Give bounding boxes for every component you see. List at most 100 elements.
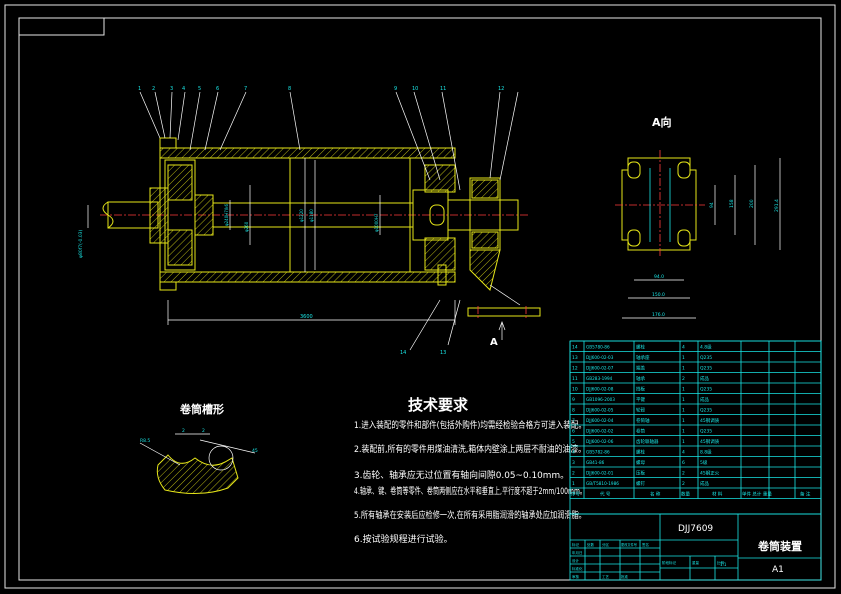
callout-label: 11 xyxy=(440,86,446,92)
tb-label: 标准化 xyxy=(572,566,583,571)
bom-cell-name: 挡板 xyxy=(636,386,645,393)
bom-cell-name: 轴承座 xyxy=(636,354,650,361)
bom-cell-name: 轴承 xyxy=(636,375,645,382)
view-dim: 176.0 xyxy=(652,312,665,318)
callout-label: 14 xyxy=(400,350,406,356)
bom-header-cell: 单件 总计 重量 xyxy=(742,491,772,498)
bom-cell-name: 压板 xyxy=(636,470,645,477)
bom-cell-qty: 4 xyxy=(682,450,685,456)
bom-table: 14 GB5780-86 螺栓 4 4.8级13 DJJ600-02-03 轴承座 1 Q235… xyxy=(569,340,822,515)
bom-cell-name: 螺栓 xyxy=(636,344,645,351)
groove-dim: 2 xyxy=(202,428,205,434)
bom-cell-mat: 4.8级 xyxy=(700,344,712,351)
bom-cell-code: GB/T5810-1986 xyxy=(586,481,619,486)
dim-shaft-dia: φ80f7(-0.03) xyxy=(78,229,84,258)
dim-inner: φ1180 xyxy=(309,209,314,222)
bom-cell-qty: 6 xyxy=(682,460,685,466)
bom-header-cell: 名 称 xyxy=(650,491,661,498)
callout-label: 13 xyxy=(440,350,446,356)
bom-cell-no: 5 xyxy=(572,439,575,445)
bom-cell-code: DJJ600-02-07 xyxy=(586,366,614,371)
callout-label: 3 xyxy=(170,86,173,92)
groove-profile: 卷筒槽形 xyxy=(139,402,256,495)
bom-cell-no: 6 xyxy=(572,429,575,435)
callout-label: 5 xyxy=(198,86,201,92)
bom-cell-name: 螺母 xyxy=(636,459,645,466)
requirement-item: 1.进入装配的零件和部件(包括外购件)均需经检验合格方可进入装配。 xyxy=(354,419,586,431)
dim-overall-length: 3600 xyxy=(300,314,313,320)
bom-cell-no: 13 xyxy=(572,355,578,361)
tb-label: 标记 xyxy=(572,542,580,547)
bom-cell-qty: 1 xyxy=(682,397,685,403)
view-dim: 94.0 xyxy=(654,274,664,280)
dim-inner: φ1220 xyxy=(299,209,304,222)
bom-cell-code: DJJ600-02-06 xyxy=(586,439,614,444)
bom-cell-no: 2 xyxy=(572,471,575,477)
drawing-number: DJJ7609 xyxy=(678,524,713,534)
tb-label: 处数 xyxy=(587,542,595,547)
groove-dim: R8.5 xyxy=(140,438,150,444)
callout-label: 7 xyxy=(244,86,247,92)
bom-cell-code: GB283-1994 xyxy=(586,376,613,381)
bom-cell-mat: 成品 xyxy=(700,480,709,487)
callout-label: 10 xyxy=(412,86,418,92)
bom-cell-qty: 2 xyxy=(682,376,685,382)
bom-cell-mat: 45钢调质 xyxy=(700,417,720,424)
view-dim: 150.0 xyxy=(652,292,665,298)
bom-cell-name: 端盖 xyxy=(636,365,645,372)
bom-cell-qty: 1 xyxy=(682,408,685,414)
bom-cell-code: GB41-86 xyxy=(586,460,605,465)
bom-cell-mat: Q235 xyxy=(700,387,712,393)
bom-cell-code: DJJ600-02-05 xyxy=(586,408,614,413)
bom-cell-mat: 8.8级 xyxy=(700,449,712,456)
view-a-title: A向 xyxy=(652,115,672,129)
bom-header-cell: 备 注 xyxy=(800,491,811,498)
drawing-title: 卷筒装置 xyxy=(757,539,802,553)
tb-label: 年月日 xyxy=(572,550,583,555)
bom-cell-mat: Q235 xyxy=(700,366,712,372)
bom-cell-code: DJJ600-02-03 xyxy=(586,355,614,360)
bom-cell-qty: 1 xyxy=(682,439,685,445)
view-dim: 94 xyxy=(709,202,715,208)
tb-label: 工艺 xyxy=(602,574,610,579)
bom-cell-no: 12 xyxy=(572,366,578,372)
callout-label: 4 xyxy=(182,86,185,92)
groove-dim: 45 xyxy=(252,448,258,454)
requirement-item: 4.轴承、键、卷筒等零件、卷筒两侧应在水平和垂直上,平行度不超于2mm/100m… xyxy=(354,485,586,497)
bom-cell-no: 9 xyxy=(572,397,575,403)
requirements-title: 技术要求 xyxy=(408,396,469,414)
drawing-border xyxy=(4,4,836,589)
view-dim: 158 xyxy=(729,199,735,208)
bom-cell-mat: Q235 xyxy=(700,355,712,361)
bom-cell-no: 1 xyxy=(572,481,575,487)
bom-cell-code: GB5782-86 xyxy=(586,450,610,455)
callout-label: 9 xyxy=(394,86,397,92)
callout-labels: 1 2 3 4 5 6 7 8 9 10 11 12 13 14 xyxy=(138,86,504,356)
section-arrow-label: A xyxy=(490,337,498,348)
bom-cell-qty: 1 xyxy=(682,429,685,435)
bom-cell-mat: 45钢正火 xyxy=(700,470,720,477)
callout-label: 2 xyxy=(152,86,155,92)
bom-cell-code: DJJ600-02-04 xyxy=(586,418,614,423)
requirement-item: 5.所有轴承在安装后应检修一次,在所有采用脂润滑的轴承处应加润滑脂。 xyxy=(354,509,586,521)
tb-label: 设计 xyxy=(572,558,580,563)
bom-header-cell: 序号 xyxy=(571,491,580,498)
bom-header-cell: 代 号 xyxy=(600,491,611,498)
bom-cell-mat: Q235 xyxy=(700,408,712,414)
bom-cell-code: DJJ600-02-02 xyxy=(586,429,614,434)
requirement-item: 6.按试验规程进行试验。 xyxy=(354,533,453,545)
tb-label: 批准 xyxy=(621,574,629,579)
bom-cell-name: 齿轮联轴器 xyxy=(636,438,659,445)
bom-cell-name: 平键 xyxy=(636,396,645,403)
tb-label: 阶段标记 xyxy=(662,560,676,565)
bom-cell-no: 7 xyxy=(572,418,575,424)
bom-cell-code: GB5780-86 xyxy=(586,345,610,350)
view-dim: 291.4 xyxy=(774,199,780,212)
tb-label: 重量 xyxy=(692,560,700,565)
drum-assembly-section xyxy=(87,91,541,351)
bom-cell-qty: 2 xyxy=(682,481,685,487)
groove-title: 卷筒槽形 xyxy=(179,402,224,416)
bom-cell-no: 11 xyxy=(572,376,578,382)
bom-cell-qty: 1 xyxy=(682,366,685,372)
bom-cell-code: GB1096-2003 xyxy=(586,397,615,402)
